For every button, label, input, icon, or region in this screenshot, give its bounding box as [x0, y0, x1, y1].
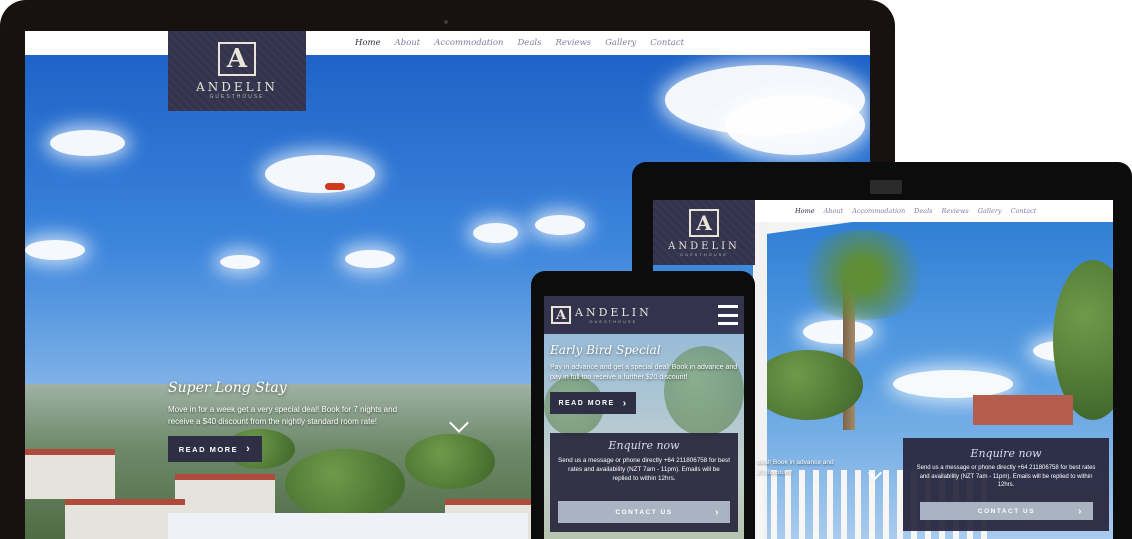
- nav-contact[interactable]: Contact: [1011, 207, 1037, 215]
- phone-contact-us-button[interactable]: CONTACT US ›: [558, 501, 730, 523]
- palm-canopy: [793, 230, 933, 320]
- nav-deals[interactable]: Deals: [914, 207, 932, 215]
- nav-home[interactable]: Home: [355, 38, 381, 48]
- chevron-right-icon: ›: [1078, 505, 1083, 517]
- read-more-label: READ MORE: [558, 399, 615, 407]
- logo-mark-icon: A: [551, 306, 571, 324]
- logo-mark-icon: A: [689, 208, 719, 237]
- phone-read-more-button[interactable]: READ MORE ›: [550, 392, 636, 414]
- house-roof: [973, 395, 1073, 425]
- nav-deals[interactable]: Deals: [517, 38, 541, 48]
- cloud: [25, 240, 85, 260]
- phone-header: A ANDELIN GUESTHOUSE: [544, 296, 744, 334]
- enquire-body: Send us a message or phone directly +64 …: [558, 457, 730, 483]
- logo-sub: GUESTHOUSE: [589, 319, 638, 324]
- nav-accommodation[interactable]: Accommodation: [434, 38, 503, 48]
- contact-us-label: CONTACT US: [615, 508, 673, 516]
- nav-reviews[interactable]: Reviews: [942, 207, 969, 215]
- menu-icon[interactable]: [718, 305, 738, 325]
- nav-reviews[interactable]: Reviews: [555, 38, 591, 48]
- cloud: [220, 255, 260, 269]
- device-mockup-showcase: Home About Accommodation Deals Reviews G…: [0, 0, 1132, 539]
- phone-logo[interactable]: A ANDELIN GUESTHOUSE: [551, 306, 652, 324]
- logo-name: ANDELIN: [575, 306, 652, 319]
- nav-contact[interactable]: Contact: [650, 38, 684, 48]
- contact-us-label: CONTACT US: [977, 507, 1036, 515]
- logo-mark-icon: A: [218, 42, 256, 76]
- nav-home[interactable]: Home: [795, 207, 815, 215]
- laptop-camera: [444, 20, 448, 24]
- desktop-nav: Home About Accommodation Deals Reviews G…: [305, 31, 870, 55]
- chevron-right-icon: ›: [246, 443, 252, 455]
- desktop-read-more-button[interactable]: READ MORE ›: [168, 436, 262, 462]
- desktop-nav-left: [25, 31, 168, 55]
- nav-about[interactable]: About: [395, 38, 421, 48]
- tablet-camera: [870, 180, 902, 194]
- tablet-contact-us-button[interactable]: CONTACT US ›: [920, 502, 1093, 520]
- read-more-label: READ MORE: [178, 444, 239, 454]
- cloud: [473, 223, 518, 243]
- cloud: [535, 215, 585, 235]
- tablet-nav: Home About Accommodation Deals Reviews G…: [753, 200, 1113, 222]
- enquire-title: Enquire now: [970, 447, 1042, 460]
- logo-name: ANDELIN: [668, 240, 740, 252]
- tablet-partial-text-1: deal! Book in advance and: [757, 459, 834, 466]
- chevron-right-icon: ›: [715, 506, 720, 518]
- cloud: [725, 95, 865, 155]
- cloud: [50, 130, 125, 156]
- desktop-content-panel: [168, 513, 528, 539]
- promo-title: Super Long Stay: [168, 380, 287, 396]
- enquire-title: Enquire now: [608, 439, 680, 452]
- nav-gallery[interactable]: Gallery: [605, 38, 636, 48]
- phone-promo-text: Pay in advance and get a special deal! B…: [550, 364, 738, 382]
- tablet-logo[interactable]: A ANDELIN GUESTHOUSE: [653, 200, 755, 265]
- nav-gallery[interactable]: Gallery: [978, 207, 1002, 215]
- nav-about[interactable]: About: [824, 207, 844, 215]
- cloud: [345, 250, 395, 268]
- phone-promo-title: Early Bird Special: [550, 343, 661, 357]
- cloud: [265, 155, 375, 193]
- enquire-body: Send us a message or phone directly +64 …: [916, 465, 1096, 489]
- logo-name: ANDELIN: [196, 80, 278, 94]
- logo-sub: GUESTHOUSE: [679, 251, 728, 257]
- desktop-logo[interactable]: A ANDELIN GUESTHOUSE: [168, 31, 306, 111]
- phone-screen: A ANDELIN GUESTHOUSE Early Bird Special …: [544, 296, 744, 539]
- helicopter-icon: [325, 183, 345, 190]
- promo-text: Move in for a week get a very special de…: [168, 405, 398, 426]
- logo-sub: GUESTHOUSE: [209, 94, 265, 100]
- chevron-right-icon: ›: [622, 397, 628, 409]
- nav-accommodation[interactable]: Accommodation: [852, 207, 905, 215]
- tablet-partial-text-2: 20 discount!: [757, 469, 793, 476]
